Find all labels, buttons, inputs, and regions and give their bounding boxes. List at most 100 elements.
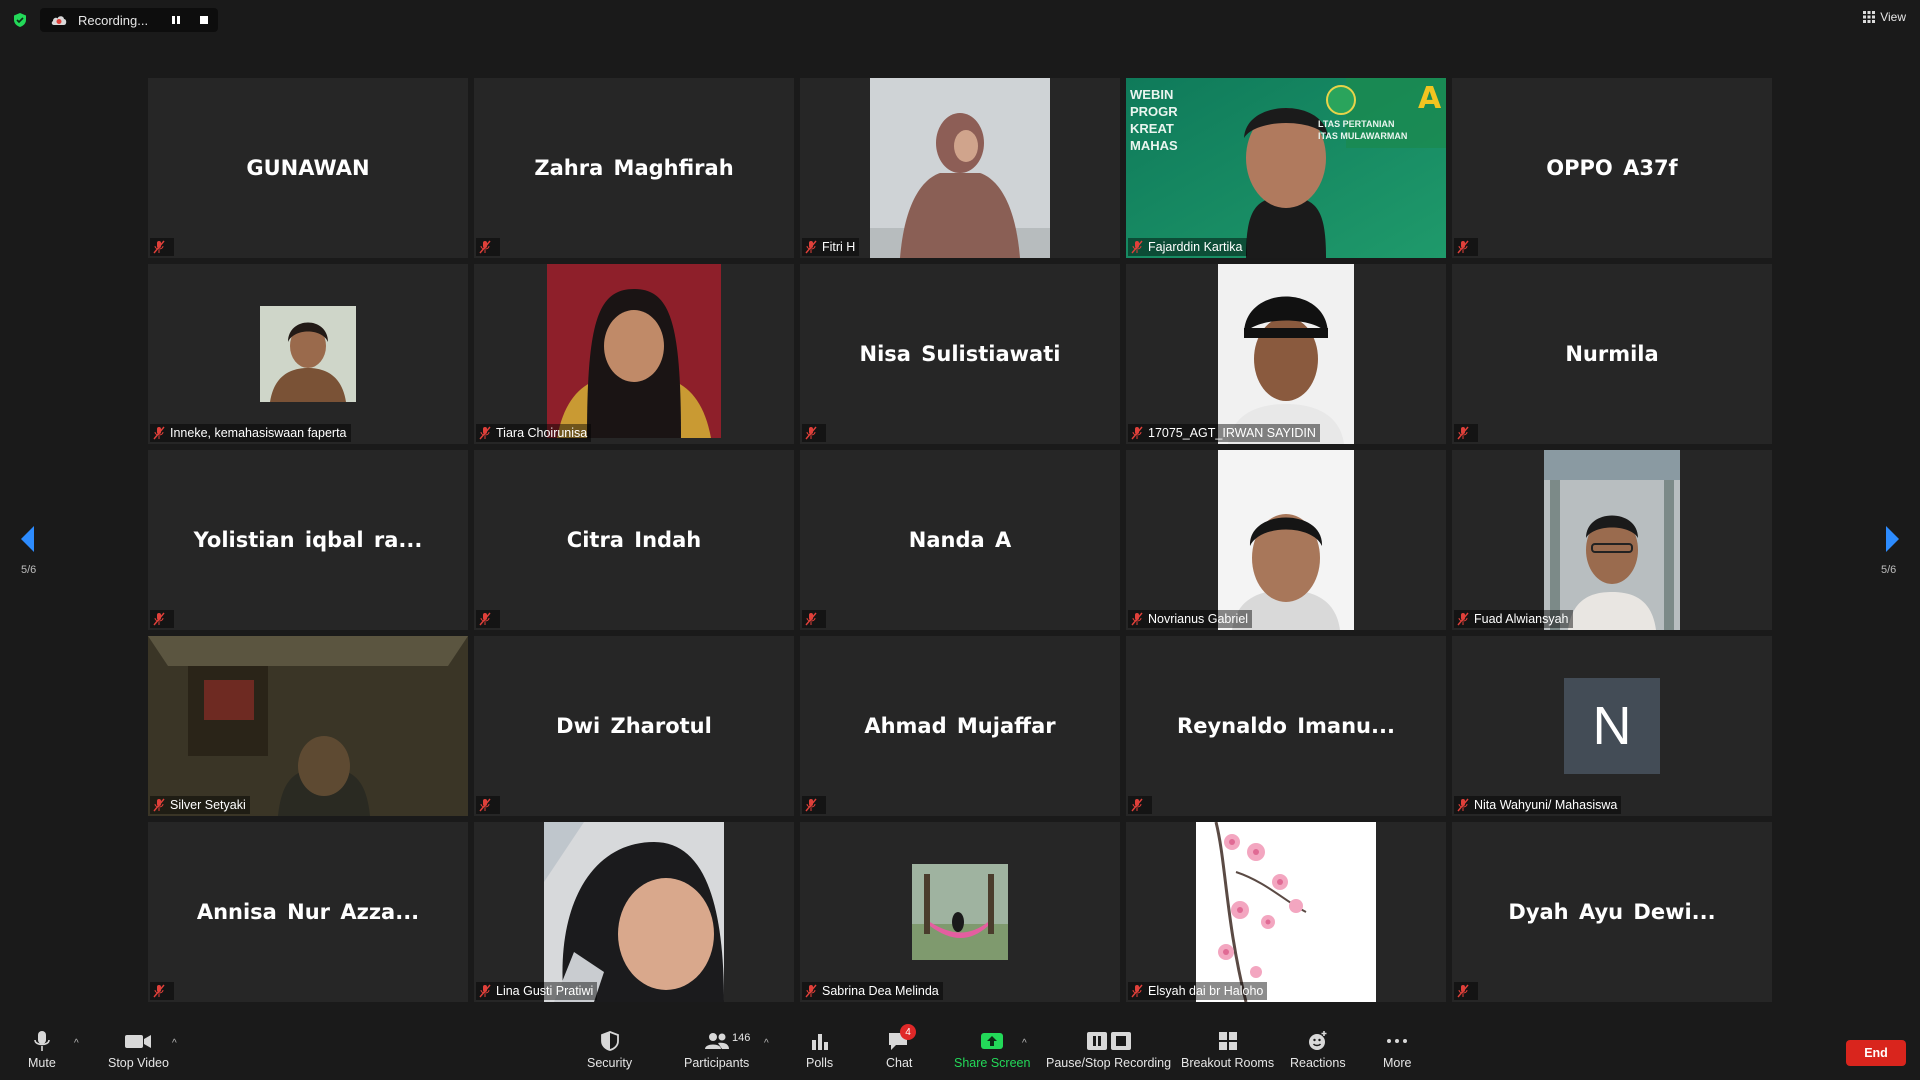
participant-tile[interactable]: Dwi Zharotul [474, 636, 794, 816]
pause-recording-icon[interactable] [170, 14, 182, 26]
more-button[interactable]: More [1383, 1030, 1411, 1070]
participant-tile[interactable]: Zahra Maghfirah [474, 78, 794, 258]
shield-icon[interactable] [12, 12, 28, 28]
participant-label: Fajarddin Kartika [1128, 238, 1247, 256]
participant-label [150, 238, 174, 256]
participant-label-text: Nita Wahyuni/ Mahasiswa [1474, 798, 1618, 812]
bar-chart-icon [811, 1034, 828, 1050]
participant-photo [260, 306, 356, 402]
participant-video [1218, 450, 1354, 630]
muted-mic-icon [153, 612, 165, 626]
participant-tile[interactable]: Silver Setyaki [148, 636, 468, 816]
participant-tile[interactable]: Yolistian iqbal ra... [148, 450, 468, 630]
faculty-banner-text: LTAS PERTANIAN ITAS MULAWARMAN [1318, 119, 1408, 141]
muted-mic-icon [1457, 426, 1469, 440]
breakout-rooms-icon [1218, 1032, 1237, 1050]
participant-label: Inneke, kemahasiswaan faperta [150, 424, 351, 442]
share-screen-icon [981, 1033, 1004, 1049]
participant-tile[interactable]: Nisa Sulistiawati [800, 264, 1120, 444]
participant-name: GUNAWAN [246, 156, 370, 180]
previous-page-arrow-icon[interactable] [18, 524, 38, 554]
participant-label [150, 610, 174, 628]
muted-mic-icon [153, 798, 165, 812]
participant-tile[interactable]: Reynaldo Imanu... [1126, 636, 1446, 816]
meeting-toolbar: Mute ^ Stop Video ^ Security Participant… [0, 1020, 1920, 1080]
participant-video [148, 636, 468, 816]
participant-name: Zahra Maghfirah [534, 156, 734, 180]
grid-view-icon [1863, 11, 1876, 23]
participant-name: Dwi Zharotul [556, 714, 712, 738]
share-options-chevron-icon[interactable]: ^ [1022, 1038, 1027, 1049]
polls-button[interactable]: Polls [806, 1030, 833, 1070]
chat-button[interactable]: 4 Chat [886, 1024, 916, 1070]
participant-tile[interactable]: Elsyah dai br Haloho [1126, 822, 1446, 1002]
participant-tile[interactable]: Citra Indah [474, 450, 794, 630]
cloud-record-icon [51, 16, 67, 25]
participant-tile[interactable]: OPPO A37f [1452, 78, 1772, 258]
end-meeting-button[interactable]: End [1846, 1040, 1906, 1066]
participant-name: Dyah Ayu Dewi... [1508, 900, 1716, 924]
participant-tile[interactable]: Tiara Choirunisa [474, 264, 794, 444]
participant-label [802, 796, 826, 814]
video-options-chevron-icon[interactable]: ^ [172, 1038, 177, 1049]
stop-video-button[interactable]: Stop Video [108, 1030, 169, 1070]
participant-label [802, 424, 826, 442]
participant-label [476, 610, 500, 628]
participant-label [476, 238, 500, 256]
participant-label [1454, 982, 1478, 1000]
view-button[interactable]: View [1863, 10, 1906, 24]
participant-name: Nurmila [1565, 342, 1659, 366]
mute-button[interactable]: Mute [28, 1030, 56, 1070]
smiley-add-icon [1308, 1031, 1327, 1050]
participant-tile[interactable]: Nurmila [1452, 264, 1772, 444]
chat-unread-badge: 4 [900, 1024, 916, 1040]
participant-tile[interactable]: A WEBIN PROGR KREAT MAHAS LTAS PERTANIAN… [1126, 78, 1446, 258]
more-dots-icon [1387, 1039, 1408, 1043]
muted-mic-icon [479, 984, 491, 998]
pause-stop-recording-label: Pause/Stop Recording [1046, 1056, 1172, 1070]
participant-tile[interactable]: Nanda A [800, 450, 1120, 630]
recording-indicator: Recording... [40, 8, 218, 32]
participant-tile[interactable]: N Nita Wahyuni/ Mahasiswa [1452, 636, 1772, 816]
participant-tile[interactable]: Dyah Ayu Dewi... [1452, 822, 1772, 1002]
participant-name: Ahmad Mujaffar [864, 714, 1056, 738]
reactions-button[interactable]: Reactions [1290, 1030, 1346, 1070]
audio-options-chevron-icon[interactable]: ^ [74, 1038, 79, 1049]
participant-label [1454, 424, 1478, 442]
participant-name: OPPO A37f [1546, 156, 1678, 180]
participant-tile[interactable]: 17075_AGT_IRWAN SAYIDIN [1126, 264, 1446, 444]
participant-tile[interactable]: Ahmad Mujaffar [800, 636, 1120, 816]
breakout-rooms-button[interactable]: Breakout Rooms [1181, 1030, 1274, 1070]
participant-label: Elsyah dai br Haloho [1128, 982, 1268, 1000]
muted-mic-icon [805, 984, 817, 998]
participant-tile[interactable]: Inneke, kemahasiswaan faperta [148, 264, 468, 444]
participant-name: Yolistian iqbal ra... [193, 528, 423, 552]
security-button[interactable]: Security [587, 1030, 632, 1070]
share-screen-label: Share Screen [954, 1056, 1031, 1070]
stop-recording-icon[interactable] [198, 14, 210, 26]
participant-tile[interactable]: Annisa Nur Azza... [148, 822, 468, 1002]
participant-tile[interactable]: Fuad Alwiansyah [1452, 450, 1772, 630]
next-page-arrow-icon[interactable] [1882, 524, 1902, 554]
participant-label: Novrianus Gabriel [1128, 610, 1253, 628]
security-label: Security [587, 1056, 633, 1070]
pause-stop-recording-button[interactable]: Pause/Stop Recording [1046, 1030, 1171, 1070]
share-screen-button[interactable]: Share Screen [954, 1030, 1030, 1070]
reactions-label: Reactions [1290, 1056, 1346, 1070]
shield-icon [600, 1031, 619, 1051]
participant-video [1544, 450, 1680, 630]
participant-video [870, 78, 1050, 258]
participants-label: Participants [684, 1056, 750, 1070]
participant-tile[interactable]: Lina Gusti Pratiwi [474, 822, 794, 1002]
participant-tile[interactable]: GUNAWAN [148, 78, 468, 258]
participant-label: Silver Setyaki [150, 796, 250, 814]
participant-label-text: Fajarddin Kartika [1148, 240, 1243, 254]
participant-tile[interactable]: Sabrina Dea Melinda [800, 822, 1120, 1002]
participant-name: Nanda A [908, 528, 1012, 552]
participant-avatar: N [1564, 678, 1660, 774]
participant-label [1128, 796, 1152, 814]
participant-tile[interactable]: Fitri H [800, 78, 1120, 258]
participants-options-chevron-icon[interactable]: ^ [764, 1038, 769, 1049]
participant-tile[interactable]: Novrianus Gabriel [1126, 450, 1446, 630]
participants-count: 146 [732, 1032, 751, 1044]
